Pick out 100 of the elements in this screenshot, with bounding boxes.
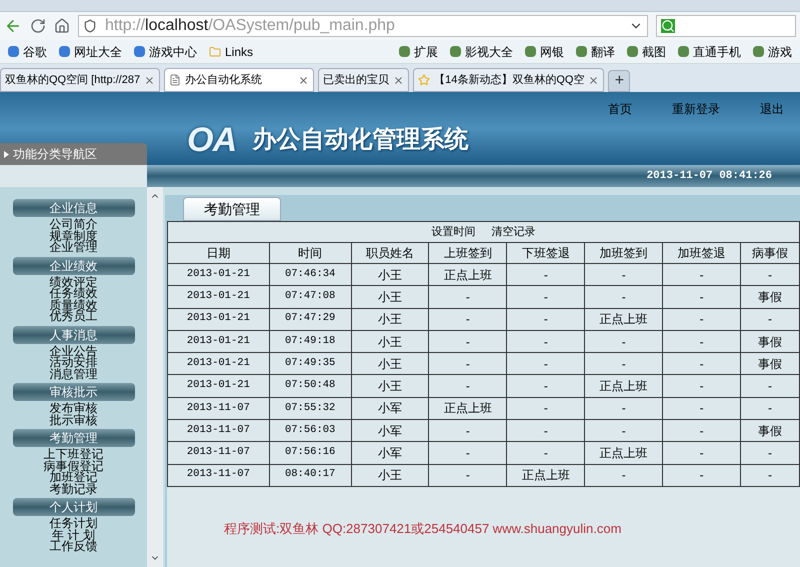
table-cell: 小王 bbox=[351, 374, 429, 398]
sidebar-link[interactable]: 病事假登记 bbox=[44, 460, 104, 472]
sidebar-link[interactable]: 发布审核 bbox=[50, 403, 98, 414]
table-cell: 小军 bbox=[351, 420, 429, 442]
section-header[interactable]: 个人计划 bbox=[12, 498, 134, 516]
table-cell: - bbox=[662, 264, 741, 286]
section-header[interactable]: 企业信息 bbox=[12, 199, 134, 217]
sidebar-link[interactable]: 批示审核 bbox=[50, 414, 98, 426]
folder-icon bbox=[209, 46, 221, 58]
section-tab[interactable]: 考勤管理 bbox=[183, 197, 281, 221]
section-header[interactable]: 人事消息 bbox=[12, 326, 134, 344]
sidebar-link[interactable]: 工作反馈 bbox=[50, 541, 98, 552]
table-cell: 2013-01-21 bbox=[168, 374, 270, 398]
action-link[interactable]: 设置时间 bbox=[432, 224, 476, 240]
table-cell: 2013-11-07 bbox=[168, 420, 270, 442]
browser-tab[interactable]: 双鱼林的QQ空间 [http://287 bbox=[0, 68, 160, 92]
table-cell: - bbox=[662, 330, 741, 353]
sidebar-link[interactable]: 上下班登记 bbox=[44, 449, 104, 460]
table-cell: - bbox=[662, 397, 741, 420]
sidebar-link[interactable]: 优秀员工 bbox=[50, 311, 98, 322]
star-icon bbox=[418, 74, 430, 86]
table-cell: 正点上班 bbox=[428, 264, 507, 286]
toolbar-button[interactable]: 影视大全 bbox=[450, 42, 513, 60]
toolbar-button[interactable]: 翻译 bbox=[576, 42, 615, 60]
table-cell: 小王 bbox=[351, 264, 429, 286]
section-header[interactable]: 企业绩效 bbox=[12, 256, 134, 274]
table-cell: - bbox=[584, 330, 663, 353]
back-icon[interactable] bbox=[4, 17, 22, 35]
table-cell: - bbox=[506, 420, 585, 442]
sidebar-link[interactable]: 活动安排 bbox=[50, 357, 98, 368]
sidebar-link[interactable]: 加班登记 bbox=[50, 472, 98, 484]
close-icon[interactable] bbox=[393, 74, 404, 86]
scrollbar[interactable] bbox=[147, 187, 163, 567]
section-header[interactable]: 考勤管理 bbox=[12, 429, 134, 447]
toolbar-button[interactable]: 截图 bbox=[627, 42, 666, 60]
toolbar-button[interactable]: 扩展 bbox=[399, 42, 438, 60]
search-field[interactable] bbox=[656, 15, 796, 37]
table-cell: 小王 bbox=[351, 330, 429, 353]
table-cell: - bbox=[506, 397, 585, 420]
bookmark-link[interactable]: Links bbox=[209, 42, 254, 60]
table-cell: 07:50:48 bbox=[269, 374, 352, 398]
table-cell: - bbox=[506, 352, 585, 375]
table-cell: - bbox=[584, 420, 663, 442]
sidebar-link[interactable]: 企业管理 bbox=[50, 242, 98, 254]
sidebar-link[interactable]: 年 计 划 bbox=[52, 530, 95, 541]
browser-tab[interactable]: 已卖出的宝贝 bbox=[318, 68, 410, 92]
nav-link[interactable]: 首页 bbox=[608, 100, 632, 118]
sidebar-link[interactable]: 质量绩效 bbox=[50, 300, 98, 311]
bookmark-link[interactable]: 谷歌 bbox=[8, 42, 47, 60]
nav-link[interactable]: 重新登录 bbox=[672, 100, 720, 118]
sidebar-link[interactable]: 企业公告 bbox=[50, 346, 98, 357]
table-cell: - bbox=[506, 374, 585, 398]
table-cell: 2013-01-21 bbox=[168, 286, 270, 308]
sidebar-link[interactable]: 任务计划 bbox=[50, 518, 98, 530]
toolbar-button[interactable]: 网银 bbox=[525, 42, 564, 60]
table-cell: 2013-01-21 bbox=[168, 308, 270, 330]
table-cell: 07:49:35 bbox=[269, 352, 352, 375]
system-title: 办公自动化管理系统 bbox=[252, 125, 468, 155]
home-icon[interactable] bbox=[54, 18, 70, 34]
sidebar-link[interactable]: 公司简介 bbox=[50, 219, 98, 230]
section-header[interactable]: 审核批示 bbox=[12, 383, 134, 401]
column-header: 职员姓名 bbox=[351, 242, 429, 264]
close-icon[interactable] bbox=[144, 74, 156, 86]
sidebar-link[interactable]: 消息管理 bbox=[50, 368, 98, 380]
close-icon[interactable] bbox=[298, 74, 310, 86]
sidebar-link[interactable]: 考勤记录 bbox=[50, 484, 98, 495]
table-cell: - bbox=[740, 397, 800, 420]
table-cell: 小王 bbox=[351, 308, 429, 330]
table-cell: 2013-01-21 bbox=[168, 264, 270, 286]
action-link[interactable]: 清空记录 bbox=[492, 224, 536, 240]
sidebar-link[interactable]: 绩效评定 bbox=[50, 276, 98, 288]
address-field[interactable]: http://localhost/OASystem/pub_main.php bbox=[78, 15, 648, 37]
table-cell: - bbox=[506, 442, 585, 464]
table-cell: 2013-11-07 bbox=[168, 442, 270, 464]
table-cell: - bbox=[740, 442, 800, 464]
bookmark-link[interactable]: 游戏中心 bbox=[134, 42, 197, 60]
table-cell: - bbox=[428, 464, 507, 486]
table-cell: 小军 bbox=[351, 397, 429, 420]
table-cell: 小王 bbox=[351, 464, 429, 486]
sidebar-heading: 功能分类导航区 bbox=[0, 143, 147, 165]
table-cell: 小王 bbox=[351, 352, 429, 375]
close-icon[interactable] bbox=[588, 74, 600, 86]
refresh-icon[interactable] bbox=[30, 18, 46, 34]
toolbar-button[interactable]: 游戏 bbox=[753, 42, 792, 60]
page-icon bbox=[169, 74, 182, 86]
browser-tab[interactable]: 办公自动化系统 bbox=[164, 68, 314, 92]
sidebar-link[interactable]: 规章制度 bbox=[50, 230, 98, 242]
table-cell: 2013-01-21 bbox=[168, 330, 270, 353]
datetime: 2013-11-07 08:41:26 bbox=[646, 168, 772, 184]
toolbar-button[interactable]: 直通手机 bbox=[678, 42, 741, 60]
sidebar-link[interactable]: 任务绩效 bbox=[50, 288, 98, 300]
bookmark-link[interactable]: 网址大全 bbox=[59, 42, 122, 60]
table-cell: - bbox=[506, 330, 585, 353]
browser-tab[interactable]: 【14条新动态】双鱼林的QQ空 bbox=[413, 68, 604, 92]
table-cell: 正点上班 bbox=[584, 442, 663, 464]
nav-link[interactable]: 退出 bbox=[760, 100, 784, 118]
table-cell: 事假 bbox=[740, 420, 800, 442]
column-header: 加班签退 bbox=[662, 242, 741, 264]
new-tab-button[interactable]: + bbox=[608, 70, 630, 92]
table-cell: - bbox=[740, 308, 800, 330]
